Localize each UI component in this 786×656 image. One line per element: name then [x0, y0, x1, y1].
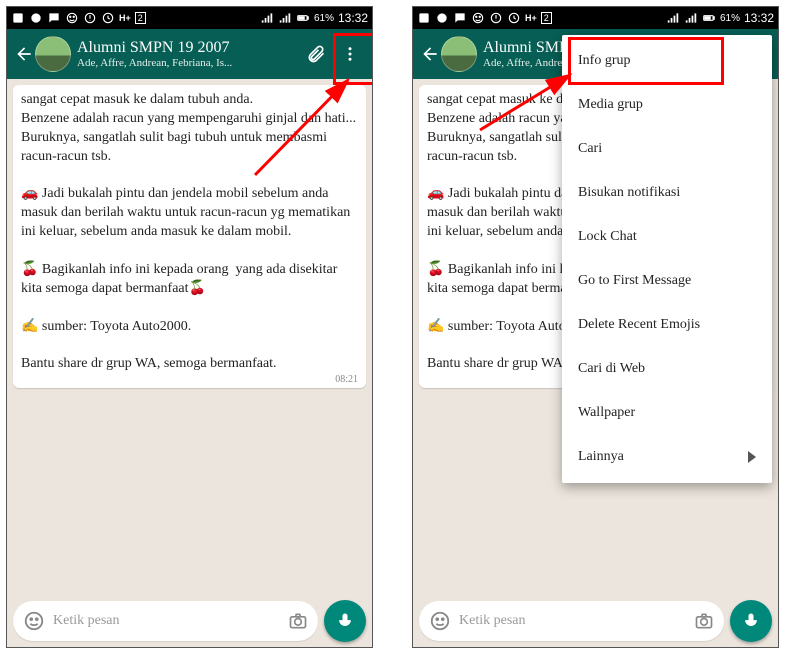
status-bar: H+ 2 61% 13:32	[7, 7, 372, 29]
clock-text: 13:32	[744, 11, 774, 25]
sim2-icon: 2	[135, 12, 146, 24]
back-button[interactable]	[13, 44, 35, 64]
menu-item-first-message[interactable]: Go to First Message	[562, 259, 772, 303]
smiley-icon	[471, 11, 485, 25]
network-h-icon: H+	[119, 13, 131, 23]
notif-icon	[417, 11, 431, 25]
menu-item-info-grup[interactable]: Info grup	[562, 39, 772, 83]
sim2-icon: 2	[541, 12, 552, 24]
menu-item-cari[interactable]: Cari	[562, 127, 772, 171]
arrow-left-icon	[14, 44, 34, 64]
options-menu: Info grup Media grup Cari Bisukan notifi…	[562, 35, 772, 483]
input-placeholder: Ketik pesan	[53, 613, 280, 629]
battery-text: 61%	[314, 13, 334, 24]
more-options-button[interactable]	[340, 44, 360, 64]
mic-icon	[335, 611, 355, 631]
bbm-icon	[435, 11, 449, 25]
signal-icon	[666, 11, 680, 25]
group-avatar[interactable]	[35, 36, 71, 72]
network-h-icon: H+	[525, 13, 537, 23]
message-time: 08:21	[335, 373, 358, 387]
signal-icon	[278, 11, 292, 25]
menu-item-lock-chat[interactable]: Lock Chat	[562, 215, 772, 259]
signal-icon	[684, 11, 698, 25]
chevron-right-icon	[748, 451, 756, 463]
menu-item-cari-web[interactable]: Cari di Web	[562, 347, 772, 391]
chat-title: Alumni SMPN 19 2007	[77, 39, 306, 57]
notif-icon	[11, 11, 25, 25]
chat-header[interactable]: Alumni SMPN 19 2007 Ade, Affre, Andrean,…	[7, 29, 372, 79]
menu-item-lainnya[interactable]: Lainnya	[562, 435, 772, 479]
mic-button[interactable]	[324, 600, 366, 642]
chat-icon	[47, 11, 61, 25]
more-vert-icon	[341, 45, 359, 63]
emoji-icon[interactable]	[429, 610, 451, 632]
chat-icon	[453, 11, 467, 25]
message-bubble[interactable]: sangat cepat masuk ke dalam tubuh anda. …	[13, 85, 366, 388]
status-bar: H+ 2 61% 13:32	[413, 7, 778, 29]
chat-body[interactable]: sangat cepat masuk ke dalam tubuh anda. …	[7, 79, 372, 595]
arrow-left-icon	[420, 44, 440, 64]
message-input[interactable]: Ketik pesan	[13, 601, 318, 641]
message-input[interactable]: Ketik pesan	[419, 601, 724, 641]
group-avatar[interactable]	[441, 36, 477, 72]
smiley-icon	[65, 11, 79, 25]
bbm-icon	[29, 11, 43, 25]
phone-screenshot-left: H+ 2 61% 13:32 Alumni SMPN 19 2007 Ade, …	[6, 6, 373, 648]
message-text: sangat cepat masuk ke dalam tubuh anda. …	[21, 91, 358, 374]
menu-item-delete-emojis[interactable]: Delete Recent Emojis	[562, 303, 772, 347]
warn-icon	[489, 11, 503, 25]
paperclip-icon	[306, 44, 326, 64]
back-button[interactable]	[419, 44, 441, 64]
input-bar: Ketik pesan	[413, 595, 778, 647]
mic-icon	[741, 611, 761, 631]
attach-button[interactable]	[306, 44, 326, 64]
header-titles[interactable]: Alumni SMPN 19 2007 Ade, Affre, Andrean,…	[77, 39, 306, 69]
battery-icon	[702, 11, 716, 25]
input-bar: Ketik pesan	[7, 595, 372, 647]
emoji-icon[interactable]	[23, 610, 45, 632]
battery-icon	[296, 11, 310, 25]
warn-icon	[83, 11, 97, 25]
chat-subtitle: Ade, Affre, Andrean, Febriana, Is...	[77, 57, 306, 69]
mic-button[interactable]	[730, 600, 772, 642]
menu-item-media-grup[interactable]: Media grup	[562, 83, 772, 127]
menu-item-bisukan[interactable]: Bisukan notifikasi	[562, 171, 772, 215]
menu-item-wallpaper[interactable]: Wallpaper	[562, 391, 772, 435]
phone-screenshot-right: H+ 2 61% 13:32 Alumni SMPN 19 2007 Ade, …	[412, 6, 779, 648]
signal-icon	[260, 11, 274, 25]
clock-icon	[101, 11, 115, 25]
input-placeholder: Ketik pesan	[459, 613, 686, 629]
camera-icon[interactable]	[694, 611, 714, 631]
battery-text: 61%	[720, 13, 740, 24]
clock-text: 13:32	[338, 11, 368, 25]
camera-icon[interactable]	[288, 611, 308, 631]
clock-icon	[507, 11, 521, 25]
